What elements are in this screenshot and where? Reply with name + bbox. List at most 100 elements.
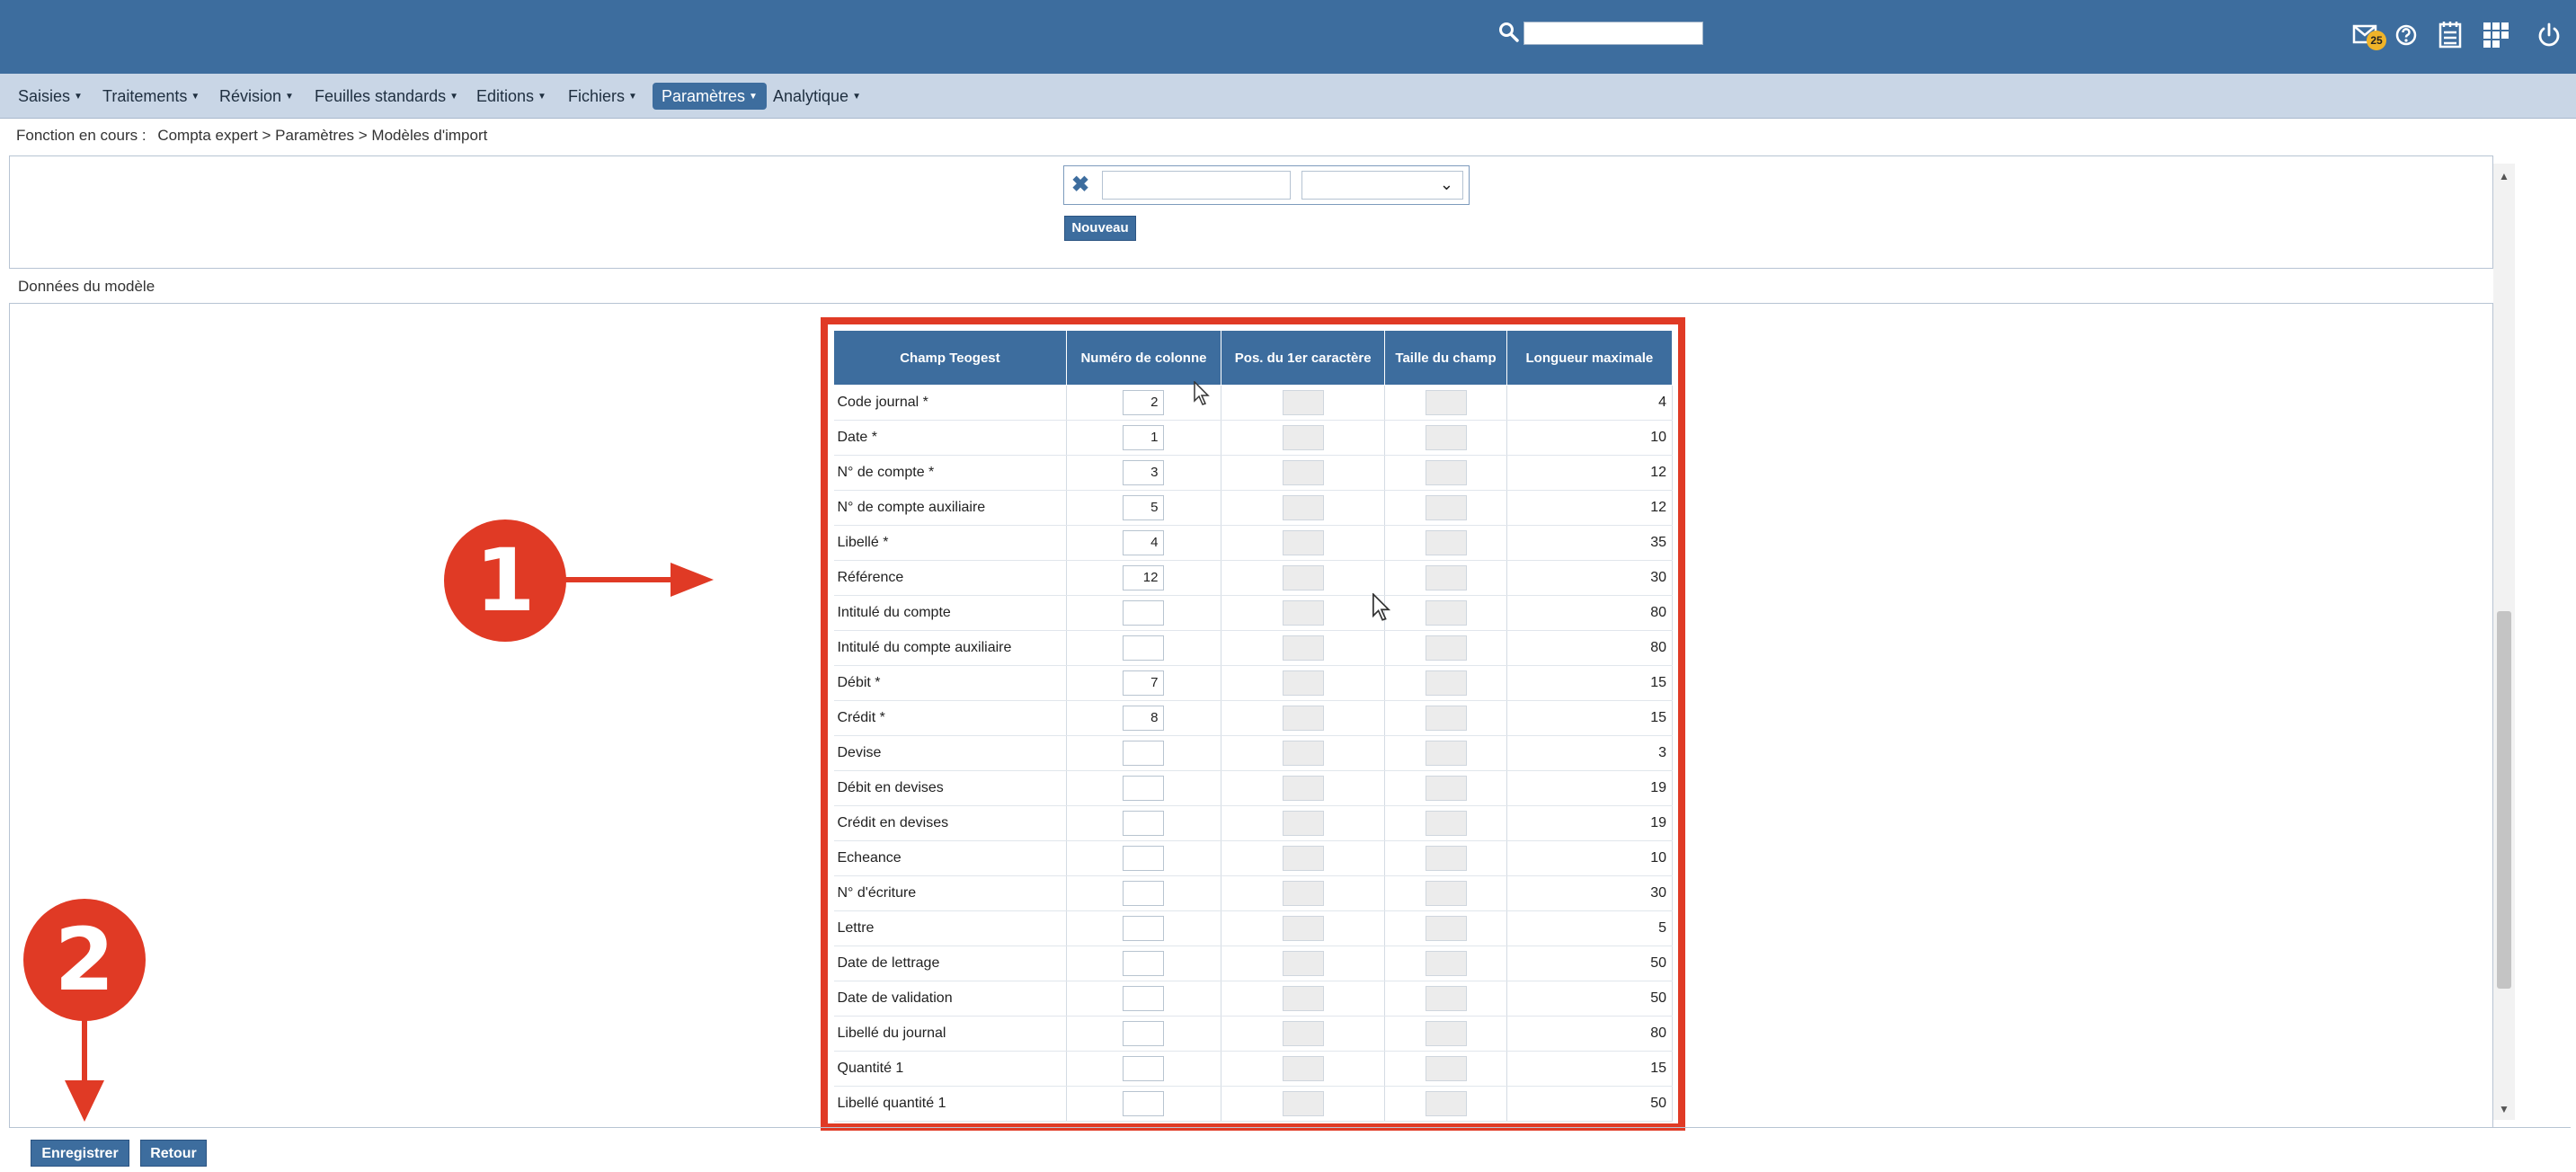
max-length-cell: 3 <box>1506 735 1674 771</box>
column-number-cell <box>1066 770 1222 806</box>
first-char-position-cell <box>1221 1051 1386 1087</box>
column-number-input[interactable] <box>1123 846 1165 871</box>
menu-editions[interactable]: Editions ▼ <box>471 83 552 110</box>
field-size-cell <box>1384 385 1507 421</box>
menu-traitements[interactable]: Traitements ▼ <box>97 83 205 110</box>
apps-grid-icon[interactable] <box>2483 22 2509 49</box>
column-number-input[interactable] <box>1123 741 1165 766</box>
first-char-position-input <box>1282 530 1324 555</box>
field-size-cell <box>1384 630 1507 666</box>
column-number-input[interactable] <box>1123 811 1165 836</box>
max-length-cell: 10 <box>1506 420 1674 456</box>
column-number-input[interactable] <box>1123 881 1165 906</box>
menu-revision[interactable]: Révision ▼ <box>214 83 299 110</box>
field-size-cell <box>1384 665 1507 701</box>
column-number-cell: 5 <box>1066 490 1222 526</box>
first-char-position-input <box>1282 1056 1324 1081</box>
column-number-input[interactable] <box>1123 951 1165 976</box>
scroll-up-icon[interactable]: ▲ <box>2497 169 2511 183</box>
field-size-input <box>1425 881 1467 906</box>
search-icon[interactable] <box>1497 21 1521 44</box>
field-size-input <box>1425 846 1467 871</box>
column-number-input[interactable] <box>1123 916 1165 941</box>
column-number-input[interactable]: 1 <box>1123 425 1165 450</box>
power-icon[interactable] <box>2536 22 2562 49</box>
column-number-input[interactable]: 8 <box>1123 706 1165 731</box>
scrollbar-thumb[interactable] <box>2497 611 2511 989</box>
column-number-input[interactable] <box>1123 635 1165 661</box>
first-char-position-cell <box>1221 385 1386 421</box>
max-length-cell: 4 <box>1506 385 1674 421</box>
first-char-position-input <box>1282 1021 1324 1046</box>
column-number-input[interactable] <box>1123 600 1165 626</box>
table-row: N° de compte auxiliaire 5 12 <box>833 490 1674 526</box>
notification-badge: 25 <box>2367 31 2386 50</box>
field-size-input <box>1425 706 1467 731</box>
column-number-input[interactable]: 12 <box>1123 565 1165 590</box>
highlighted-table-frame: Champ Teogest Numéro de colonne Pos. du … <box>821 317 1685 1131</box>
save-button[interactable]: Enregistrer <box>31 1140 129 1167</box>
search-input[interactable] <box>1523 22 1703 45</box>
first-char-position-cell <box>1221 490 1386 526</box>
table-row: Intitulé du compte 80 <box>833 595 1674 631</box>
menu-fichiers[interactable]: Fichiers ▼ <box>563 83 643 110</box>
chevron-down-icon: ⌄ <box>1439 175 1453 193</box>
menu-bar: Saisies ▼ Traitements ▼ Révision ▼ Feuilles… <box>0 74 2576 119</box>
mail-icon[interactable]: 25 <box>2352 23 2388 50</box>
back-button[interactable]: Retour <box>140 1140 207 1167</box>
column-number-input[interactable] <box>1123 1021 1165 1046</box>
field-name-cell: Devise <box>833 735 1067 771</box>
first-char-position-cell <box>1221 420 1386 456</box>
max-length-cell: 80 <box>1506 630 1674 666</box>
column-number-input[interactable]: 7 <box>1123 670 1165 696</box>
column-number-input[interactable] <box>1123 986 1165 1011</box>
first-char-position-input <box>1282 951 1324 976</box>
column-number-input[interactable] <box>1123 1091 1165 1116</box>
field-size-input <box>1425 635 1467 661</box>
max-length-cell: 50 <box>1506 1086 1674 1122</box>
table-row: Echeance 10 <box>833 840 1674 876</box>
field-size-cell <box>1384 946 1507 981</box>
clear-filter-icon[interactable]: ✖ <box>1071 173 1093 197</box>
breadcrumb-path: Compta expert > Paramètres > Modèles d'i… <box>157 127 488 144</box>
help-icon[interactable] <box>2394 23 2418 47</box>
section-title: Données du modèle <box>18 278 155 295</box>
field-name-cell: N° d'écriture <box>833 875 1067 911</box>
menu-saisies[interactable]: Saisies ▼ <box>13 83 88 110</box>
first-char-position-input <box>1282 670 1324 696</box>
table-row: Libellé quantité 1 50 <box>833 1086 1674 1122</box>
new-model-button[interactable]: Nouveau <box>1064 216 1136 241</box>
model-select[interactable]: ⌄ <box>1301 171 1463 200</box>
menu-analytique[interactable]: Analytique ▼ <box>768 83 866 110</box>
table-header-row: Champ Teogest Numéro de colonne Pos. du … <box>833 330 1674 386</box>
column-number-input[interactable]: 4 <box>1123 530 1165 555</box>
model-name-input[interactable] <box>1102 171 1291 200</box>
scroll-down-icon[interactable]: ▼ <box>2497 1102 2511 1116</box>
column-number-cell <box>1066 875 1222 911</box>
column-number-input[interactable]: 3 <box>1123 460 1165 485</box>
notes-icon[interactable] <box>2438 20 2463 49</box>
first-char-position-cell <box>1221 700 1386 736</box>
menu-parametres[interactable]: Paramètres ▼ <box>653 83 767 110</box>
column-number-input[interactable]: 2 <box>1123 390 1165 415</box>
first-char-position-cell <box>1221 1086 1386 1122</box>
column-number-cell <box>1066 1086 1222 1122</box>
table-row: Code journal * 2 4 <box>833 385 1674 421</box>
table-row: Quantité 1 15 <box>833 1051 1674 1087</box>
first-char-position-input <box>1282 776 1324 801</box>
column-number-input[interactable]: 5 <box>1123 495 1165 520</box>
field-name-cell: N° de compte auxiliaire <box>833 490 1067 526</box>
column-number-input[interactable] <box>1123 776 1165 801</box>
field-size-cell <box>1384 455 1507 491</box>
footer-divider <box>9 1127 2571 1128</box>
field-name-cell: Débit * <box>833 665 1067 701</box>
column-number-input[interactable] <box>1123 1056 1165 1081</box>
field-name-cell: Quantité 1 <box>833 1051 1067 1087</box>
field-size-input <box>1425 986 1467 1011</box>
table-row: Crédit en devises 19 <box>833 805 1674 841</box>
field-size-input <box>1425 565 1467 590</box>
table-row: Crédit * 8 15 <box>833 700 1674 736</box>
menu-feuilles-standards[interactable]: Feuilles standards ▼ <box>309 83 464 110</box>
first-char-position-cell <box>1221 875 1386 911</box>
field-size-cell <box>1384 490 1507 526</box>
